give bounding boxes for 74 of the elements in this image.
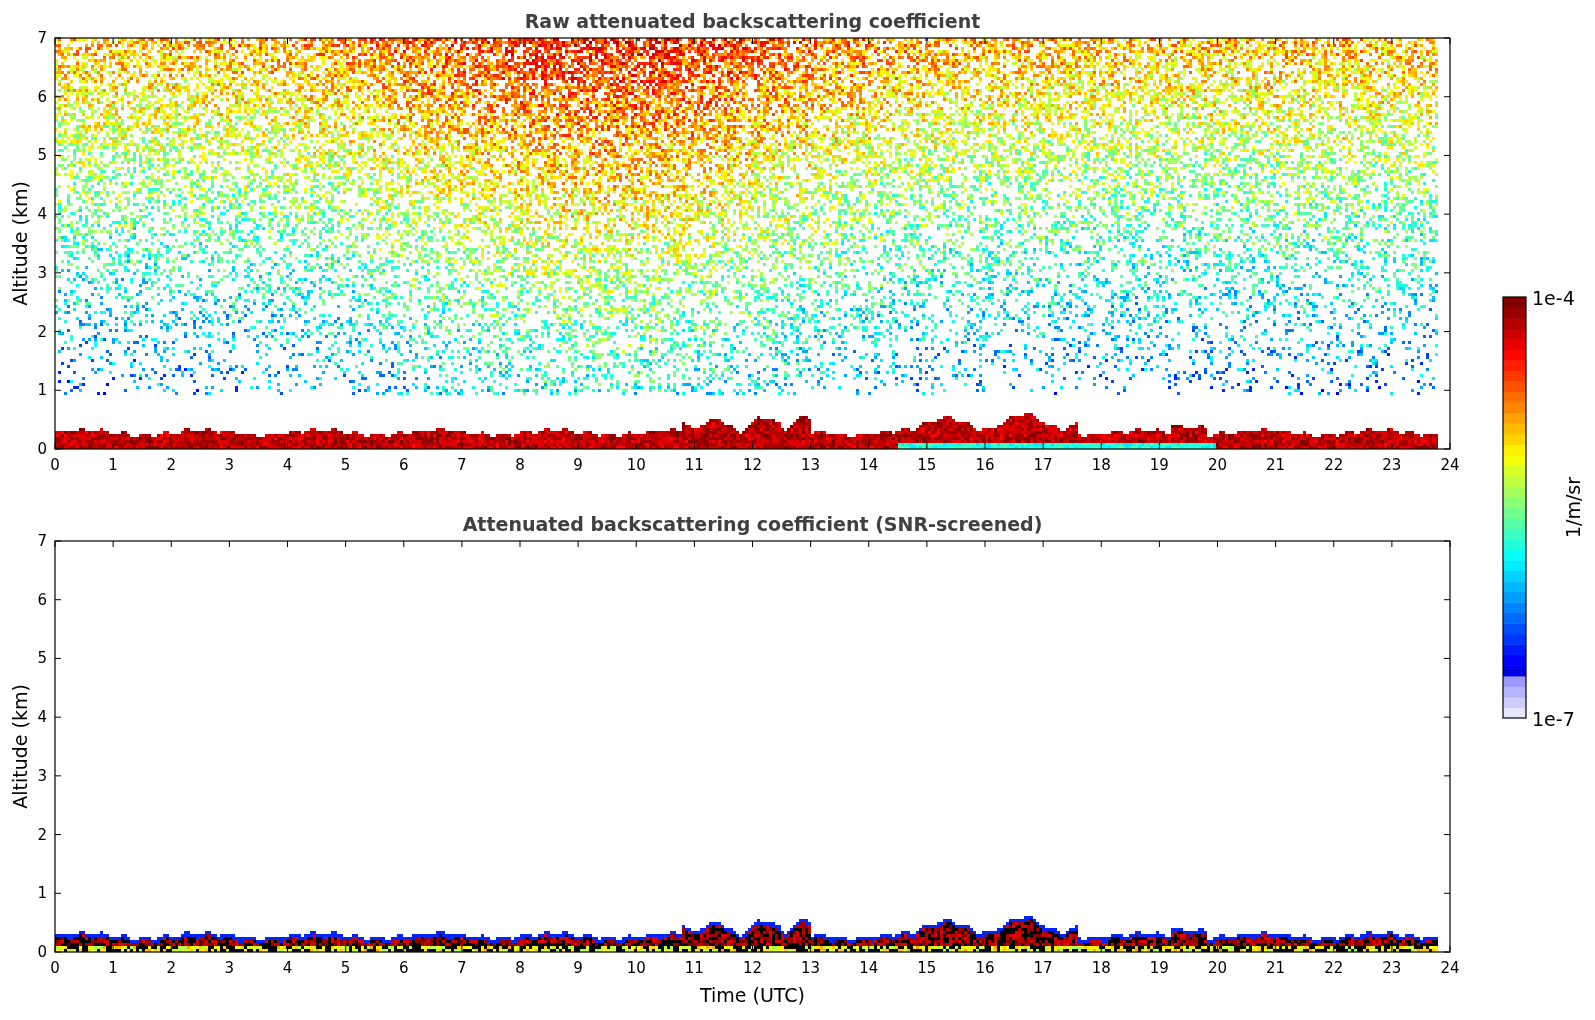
tick-label: 1 [37, 884, 47, 903]
tick-label: 2 [166, 456, 176, 474]
axis-label: Altitude (km) [9, 684, 31, 809]
colorbar-label: 1e-4 [1532, 287, 1575, 309]
tick-label: 17 [1033, 959, 1053, 977]
tick-label: 12 [742, 456, 763, 474]
tick-label: 0 [37, 440, 47, 458]
tick-label: 2 [37, 322, 47, 341]
tick-label: 1 [108, 456, 118, 474]
tick-label: 13 [801, 456, 821, 474]
axis-label: Altitude (km) [9, 181, 31, 306]
tick-label: 9 [573, 456, 583, 474]
tick-label: 8 [515, 959, 525, 977]
tick-label: 10 [626, 456, 646, 474]
tick-label: 1 [108, 959, 118, 977]
tick-label: 5 [37, 649, 47, 668]
tick-label: 15 [917, 959, 937, 977]
tick-label: 18 [1091, 959, 1111, 977]
plot-title: Raw attenuated backscattering coefficient [524, 10, 981, 32]
tick-label: 0 [37, 943, 47, 961]
tick-label: 14 [859, 456, 879, 474]
tick-label: 15 [917, 456, 937, 474]
colorbar-unit: 1/m/sr [1562, 476, 1584, 539]
tick-label: 3 [37, 263, 47, 282]
tick-label: 18 [1091, 456, 1111, 474]
tick-label: 4 [282, 959, 293, 977]
tick-label: 7 [457, 456, 467, 474]
tick-label: 0 [50, 456, 60, 474]
tick-label: 6 [37, 590, 47, 609]
tick-label: 5 [340, 959, 351, 977]
tick-label: 12 [742, 959, 763, 977]
tick-label: 2 [37, 825, 47, 844]
tick-label: 23 [1382, 456, 1402, 474]
tick-label: 11 [684, 959, 704, 977]
tick-label: 2 [166, 959, 176, 977]
tick-label: 4 [37, 205, 47, 224]
tick-label: 22 [1324, 959, 1344, 977]
tick-label: 17 [1033, 456, 1053, 474]
tick-label: 7 [457, 959, 467, 977]
tick-label: 3 [224, 456, 235, 474]
tick-label: 22 [1324, 456, 1344, 474]
tick-label: 6 [399, 959, 409, 977]
tick-label: 16 [975, 959, 995, 977]
tick-label: 21 [1266, 456, 1286, 474]
tick-label: 11 [684, 456, 704, 474]
tick-label: 19 [1149, 959, 1169, 977]
tick-label: 7 [37, 532, 47, 550]
tick-label: 16 [975, 456, 995, 474]
tick-label: 5 [340, 456, 351, 474]
tick-label: 14 [859, 959, 879, 977]
tick-label: 24 [1440, 959, 1460, 977]
tick-label: 23 [1382, 959, 1402, 977]
tick-label: 5 [37, 146, 47, 165]
tick-label: 20 [1207, 456, 1228, 474]
tick-label: 6 [399, 456, 409, 474]
tick-label: 4 [37, 708, 47, 727]
plot-title: Attenuated backscattering coefficient (SNR-screened) [462, 513, 1043, 535]
tick-label: 8 [515, 456, 525, 474]
tick-label: 6 [37, 87, 47, 106]
tick-label: 20 [1207, 959, 1228, 977]
tick-label: 13 [801, 959, 821, 977]
tick-label: 7 [37, 29, 47, 47]
tick-label: 21 [1266, 959, 1286, 977]
tick-label: 0 [50, 959, 60, 977]
tick-label: 9 [573, 959, 583, 977]
tick-label: 19 [1149, 456, 1169, 474]
colorbar-label: 1e-7 [1532, 708, 1575, 730]
tick-label: 24 [1440, 456, 1460, 474]
tick-label: 3 [37, 766, 47, 785]
tick-label: 4 [282, 456, 293, 474]
axis-label: Time (UTC) [700, 984, 805, 1006]
tick-label: 10 [626, 959, 646, 977]
tick-label: 3 [224, 959, 235, 977]
tick-label: 1 [37, 381, 47, 400]
